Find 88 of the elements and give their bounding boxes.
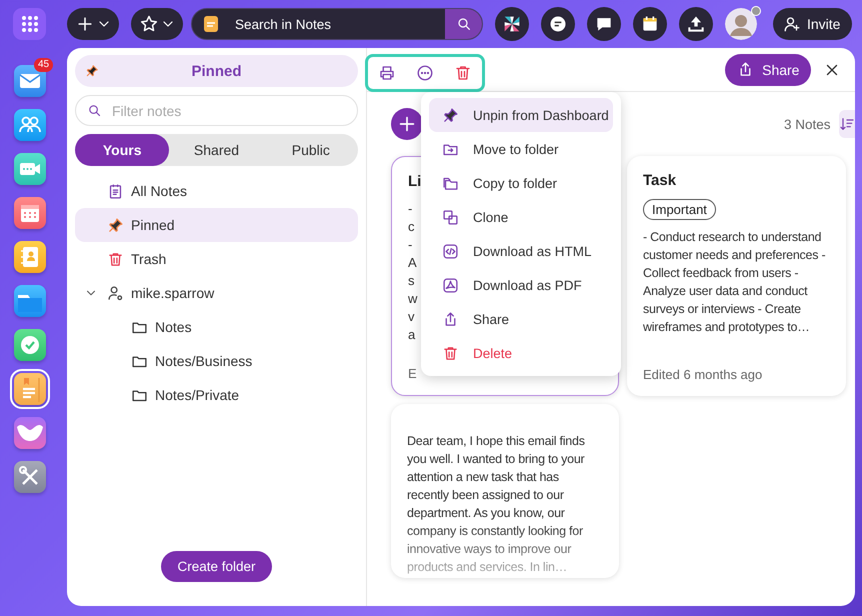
note-card[interactable] [627,156,846,396]
search-icon [87,103,102,118]
pin-icon [107,216,124,234]
note-title: Li [408,173,422,190]
chat-button[interactable] [541,7,575,41]
calendar-button[interactable] [633,7,667,41]
count-badge: 45 [34,58,54,72]
upload-icon [686,14,706,34]
menu-item[interactable]: Download as PDF [429,268,613,302]
pdf-icon [442,276,459,294]
note-icon [203,15,219,33]
scope-tab[interactable]: Shared [169,134,264,166]
chat-app-button[interactable] [14,417,46,449]
sort-button[interactable] [839,110,856,138]
note-text: w [408,290,418,308]
notes-icon [107,182,124,200]
trash-icon [442,344,459,362]
pin-icon [85,64,99,78]
menu-item[interactable]: Unpin from Dashboard [429,98,613,132]
print-button[interactable] [378,64,396,82]
note-edited: E [408,366,417,381]
notes-app-button[interactable] [14,373,46,405]
filter-field[interactable]: Filter notes [75,95,358,126]
addressbook-app-button[interactable] [14,241,46,273]
menu-item[interactable]: Move to folder [429,132,613,166]
video-app-button[interactable] [14,153,46,185]
scope-tab[interactable]: Public [264,134,358,166]
search-button[interactable] [445,9,482,39]
more-icon [416,64,434,82]
note-text: Dear team, I hope this email finds you well. I wanted to bring to your attention a new task that has recently been assigned to our department. As you know, our company is constantly looking for innovative ways to improve our products and services. In lin… [407,433,586,576]
tree-item[interactable]: Notes [75,310,358,344]
trash-icon [107,250,124,268]
note-title: Task [643,172,676,189]
apps-button[interactable] [495,7,529,41]
menu-item[interactable]: Download as HTML [429,234,613,268]
new-button[interactable] [67,8,119,40]
status-dot [751,6,761,16]
pin-icon [442,106,459,124]
user-icon [107,284,124,302]
tree-item[interactable]: Pinned [75,208,358,242]
add-note-button[interactable] [391,108,423,140]
tag-chip: Important [643,199,716,220]
note-edited: Edited 6 months ago [643,367,762,382]
contacts-app-button[interactable] [14,109,46,141]
comment-button[interactable] [587,7,621,41]
menu-item[interactable]: Clone [429,200,613,234]
sort-icon [839,116,856,132]
copy-icon [442,208,459,226]
create-folder-button[interactable]: Create folder [161,551,272,582]
tree-item[interactable]: Notes/Private [75,378,358,412]
note-text: - Conduct research to understand customer needs and preferences - Collect feedback from users - Analyze user data and conduct surveys or interviews - Create wireframes and prototypes to… [643,229,826,336]
scope-tab[interactable]: Yours [75,134,170,166]
tools-app-button[interactable] [14,461,46,493]
apps-grid-button[interactable] [13,8,46,40]
note-text: c [408,218,414,236]
tree-item[interactable]: Notes/Business [75,344,358,378]
menu-item[interactable]: Copy to folder [429,166,613,200]
calendar-app-button[interactable] [14,197,46,229]
header-title: Pinned [190,62,242,80]
tree-item[interactable]: All Notes [75,174,358,208]
favorites-button[interactable] [131,8,183,40]
upload-button[interactable] [679,7,713,41]
chat-icon [548,14,568,34]
share-button[interactable]: Share [725,54,812,86]
star-icon [138,14,158,34]
note-text: A [408,254,417,272]
note-text: - [408,200,412,218]
note-text: - [408,236,412,254]
more-button[interactable] [416,64,434,82]
note-text: v [408,308,414,326]
printer-icon [378,64,396,82]
search-icon [456,16,472,32]
avatar[interactable] [725,8,757,40]
delete-button[interactable] [454,64,472,82]
user-plus-icon [783,15,801,33]
tree-item[interactable]: Trash [75,242,358,276]
menu-item[interactable]: Share [429,302,613,336]
tree-item[interactable]: mike.sparrow [75,276,358,310]
code-icon [442,242,459,260]
files-app-button[interactable] [14,285,46,317]
note-text: a [408,326,416,344]
trash-icon [454,64,472,82]
menu-item[interactable]: Delete [429,336,613,370]
notes-count: 3 Notes [784,116,830,132]
grid-icon [20,15,38,33]
invite-button[interactable]: Invite [773,8,852,40]
tasks-app-button[interactable] [14,329,46,361]
note-text: s [408,272,414,290]
